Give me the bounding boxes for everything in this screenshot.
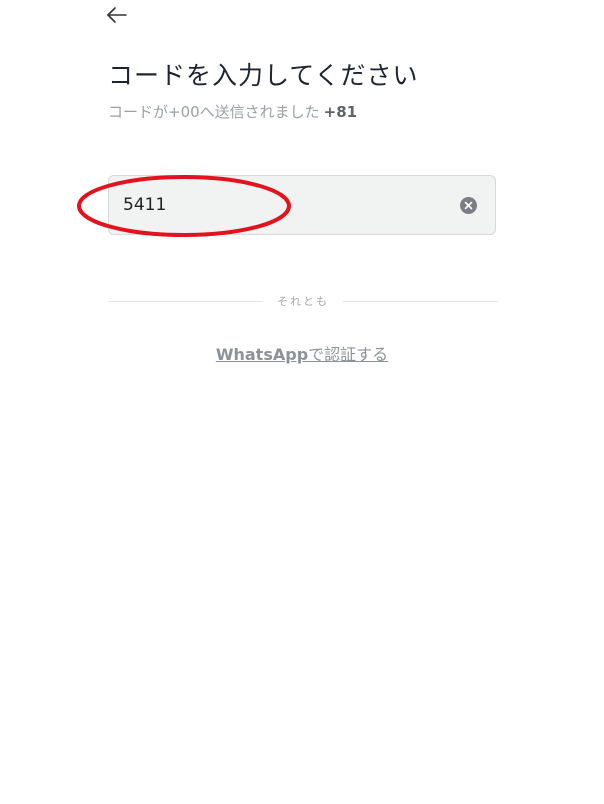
page-title: コードを入力してください [108, 61, 419, 90]
phone-country-code: +81 [323, 103, 358, 121]
whatsapp-brand-text: WhatsApp [215, 345, 309, 364]
divider-label: それとも [277, 295, 329, 308]
divider-line-left [108, 300, 263, 302]
whatsapp-link-suffix: で認証する [308, 345, 389, 364]
clear-circle-icon [464, 201, 473, 210]
subtitle-text: コードが+00へ送信されました [108, 103, 320, 121]
divider-line-right [343, 300, 498, 302]
whatsapp-verify-link[interactable]: WhatsAppで認証する [0, 341, 604, 365]
clear-button[interactable] [460, 197, 477, 214]
or-divider: それとも [108, 291, 498, 311]
code-input[interactable] [123, 176, 443, 234]
back-button[interactable] [104, 2, 130, 28]
arrow-left-icon [107, 7, 127, 23]
code-field[interactable] [108, 175, 496, 235]
page-subtitle: コードが+00へ送信されました +81 [108, 101, 357, 122]
